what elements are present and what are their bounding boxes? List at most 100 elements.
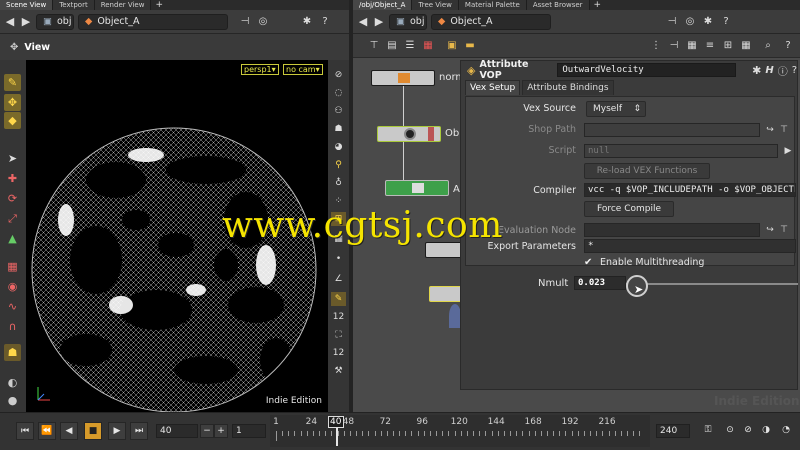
view-options-icon[interactable]: ✥ bbox=[10, 42, 18, 53]
multithreading-checkbox[interactable]: ✔ bbox=[584, 257, 596, 269]
increment-frame-button[interactable]: + bbox=[214, 424, 228, 438]
ghost-icon[interactable]: ☗ bbox=[331, 122, 346, 136]
current-frame-field[interactable]: 40 bbox=[156, 424, 198, 438]
object-selector[interactable]: ◆ Object_A bbox=[431, 13, 551, 30]
object-selector[interactable]: ◆ Object_A bbox=[78, 13, 228, 30]
transform-tool-icon[interactable]: ▲ bbox=[4, 230, 21, 247]
light-icon[interactable]: ⚲ bbox=[331, 158, 346, 172]
layout-grid-icon[interactable]: ▦ bbox=[739, 39, 753, 53]
shaded-icon[interactable]: ◕ bbox=[331, 140, 346, 154]
rotate-tool-icon[interactable]: ⟳ bbox=[4, 190, 21, 207]
list-icon[interactable]: ☰ bbox=[403, 39, 417, 53]
tile-icon[interactable]: ⊞ bbox=[721, 39, 735, 53]
search-icon[interactable]: ⌕ bbox=[761, 39, 775, 53]
frame-icon[interactable]: ⛶ bbox=[331, 328, 346, 342]
display-icon[interactable]: ⚇ bbox=[331, 104, 346, 118]
jump-to-icon[interactable]: ↪ bbox=[764, 224, 776, 236]
export-parameters-field[interactable]: * bbox=[584, 239, 796, 253]
snap-grid-icon[interactable]: ▦ bbox=[4, 258, 21, 275]
settings-icon[interactable]: ◔ bbox=[778, 422, 794, 440]
network-node[interactable] bbox=[385, 180, 449, 196]
pose-tool-icon[interactable]: ◆ bbox=[4, 112, 21, 129]
tab-tree-view[interactable]: Tree View bbox=[412, 0, 459, 10]
magnet-icon[interactable]: ∩ bbox=[4, 318, 21, 335]
audio-icon[interactable]: ⊘ bbox=[740, 422, 756, 440]
add-tab-icon[interactable]: + bbox=[590, 0, 606, 10]
jump-start-icon[interactable]: ⏮ bbox=[16, 422, 34, 440]
realtime-icon[interactable]: ⊙ bbox=[722, 422, 738, 440]
shading-icon[interactable]: ● bbox=[4, 392, 21, 409]
frame-step-field[interactable]: 1 bbox=[232, 424, 266, 438]
forward-arrow-icon[interactable]: ▶ bbox=[20, 15, 32, 29]
layout-icon[interactable]: ▤ bbox=[385, 39, 399, 53]
network-node[interactable] bbox=[371, 70, 435, 86]
link-icon[interactable]: ◎ bbox=[256, 16, 270, 27]
brush-icon[interactable]: ✎ bbox=[331, 292, 346, 306]
back-arrow-icon[interactable]: ◀ bbox=[357, 15, 369, 29]
pointer-icon[interactable]: ➤ bbox=[4, 150, 21, 167]
back-arrow-icon[interactable]: ◀ bbox=[4, 15, 16, 29]
context-selector[interactable]: ▣ obj bbox=[389, 13, 427, 30]
step-back-key-icon[interactable]: ⏪ bbox=[38, 422, 56, 440]
nmult-slider-track[interactable] bbox=[626, 283, 798, 285]
pin-icon[interactable]: ⊣ bbox=[665, 16, 679, 27]
timeline-ruler[interactable]: 1 24 40 48 72 96 120 144 168 192 216 bbox=[270, 415, 650, 447]
camera-menu[interactable]: persp1▾ bbox=[241, 64, 279, 75]
help-icon[interactable]: ? bbox=[781, 39, 795, 53]
nmult-field[interactable]: 0.023 bbox=[574, 276, 626, 290]
gear-icon[interactable]: ✱ bbox=[701, 16, 715, 27]
stop-button[interactable]: ■ bbox=[84, 422, 102, 440]
file-picker-icon[interactable]: ▶ bbox=[782, 145, 794, 157]
visibility-icon[interactable]: ◐ bbox=[4, 374, 21, 391]
persistent-handle-icon[interactable]: ☗ bbox=[4, 344, 21, 361]
snap-point-icon[interactable]: ◉ bbox=[4, 278, 21, 295]
tree-icon[interactable]: ⊤ bbox=[367, 39, 381, 53]
compiler-field[interactable]: vcc -q $VOP_INCLUDEPATH -o $VOP_OBJECTFI bbox=[584, 183, 796, 197]
help-icon[interactable]: ? bbox=[792, 65, 797, 76]
gear-icon[interactable]: ✱ bbox=[752, 64, 761, 77]
jump-end-icon[interactable]: ⏭ bbox=[130, 422, 148, 440]
scale-tool-icon[interactable]: ⤢ bbox=[4, 210, 21, 227]
select-tool-icon[interactable]: ✎ bbox=[4, 74, 21, 91]
reload-vex-button[interactable]: Re-load VEX Functions bbox=[584, 163, 710, 179]
info-icon[interactable]: ⓘ bbox=[778, 63, 788, 78]
gear-icon[interactable]: ✱ bbox=[300, 16, 314, 27]
tools-icon[interactable]: ⚒ bbox=[331, 364, 346, 378]
parm-icon[interactable]: ⋮ bbox=[649, 39, 663, 53]
link-icon[interactable]: ◎ bbox=[683, 16, 697, 27]
move-tool-icon[interactable]: ✚ bbox=[4, 170, 21, 187]
snap-curve-icon[interactable]: ∿ bbox=[4, 298, 21, 315]
no-cam-menu[interactable]: no cam▾ bbox=[283, 64, 323, 75]
context-selector[interactable]: ▣ obj bbox=[36, 13, 74, 30]
palette-icon[interactable]: ▦ bbox=[421, 39, 435, 53]
folder-icon[interactable]: ▬ bbox=[463, 39, 477, 53]
play-forward-icon[interactable]: ▶ bbox=[108, 422, 126, 440]
tab-scene-view[interactable]: Scene View bbox=[0, 0, 54, 10]
range-end-field[interactable]: 240 bbox=[656, 424, 690, 438]
sim-icon[interactable]: ◑ bbox=[758, 422, 774, 440]
script-field[interactable]: null bbox=[584, 144, 778, 158]
add-tab-icon[interactable]: + bbox=[151, 0, 167, 10]
force-compile-button[interactable]: Force Compile bbox=[584, 201, 674, 217]
vex-source-dropdown[interactable]: Myself ⇕ bbox=[586, 101, 646, 117]
node-name-field[interactable]: OutwardVelocity bbox=[557, 63, 737, 77]
node-picker-icon[interactable]: ⊤ bbox=[778, 224, 790, 236]
network-node[interactable] bbox=[377, 126, 441, 142]
grid-view-icon[interactable]: ▦ bbox=[685, 39, 699, 53]
node-picker-icon[interactable]: ⊤ bbox=[778, 124, 790, 136]
tab-render-view[interactable]: Render View bbox=[94, 0, 152, 10]
help-h-icon[interactable]: H bbox=[765, 65, 773, 76]
decrement-frame-button[interactable]: − bbox=[200, 424, 214, 438]
pin-icon[interactable]: ⊣ bbox=[238, 16, 252, 27]
label-12-icon[interactable]: 12 bbox=[331, 346, 346, 360]
help-icon[interactable]: ? bbox=[719, 16, 733, 27]
tab-material-palette[interactable]: Material Palette bbox=[458, 0, 527, 10]
snap-icon[interactable]: ∠ bbox=[331, 272, 346, 286]
align-icon[interactable]: ≡ bbox=[703, 39, 717, 53]
note-icon[interactable]: ▣ bbox=[445, 39, 459, 53]
bulb-icon[interactable]: ♁ bbox=[331, 176, 346, 190]
label-12-icon[interactable]: 12 bbox=[331, 310, 346, 324]
forward-arrow-icon[interactable]: ▶ bbox=[373, 15, 385, 29]
timeline-current-frame-marker[interactable]: 40 bbox=[328, 416, 344, 428]
tab-network[interactable]: /obj/Object_A bbox=[353, 0, 413, 10]
